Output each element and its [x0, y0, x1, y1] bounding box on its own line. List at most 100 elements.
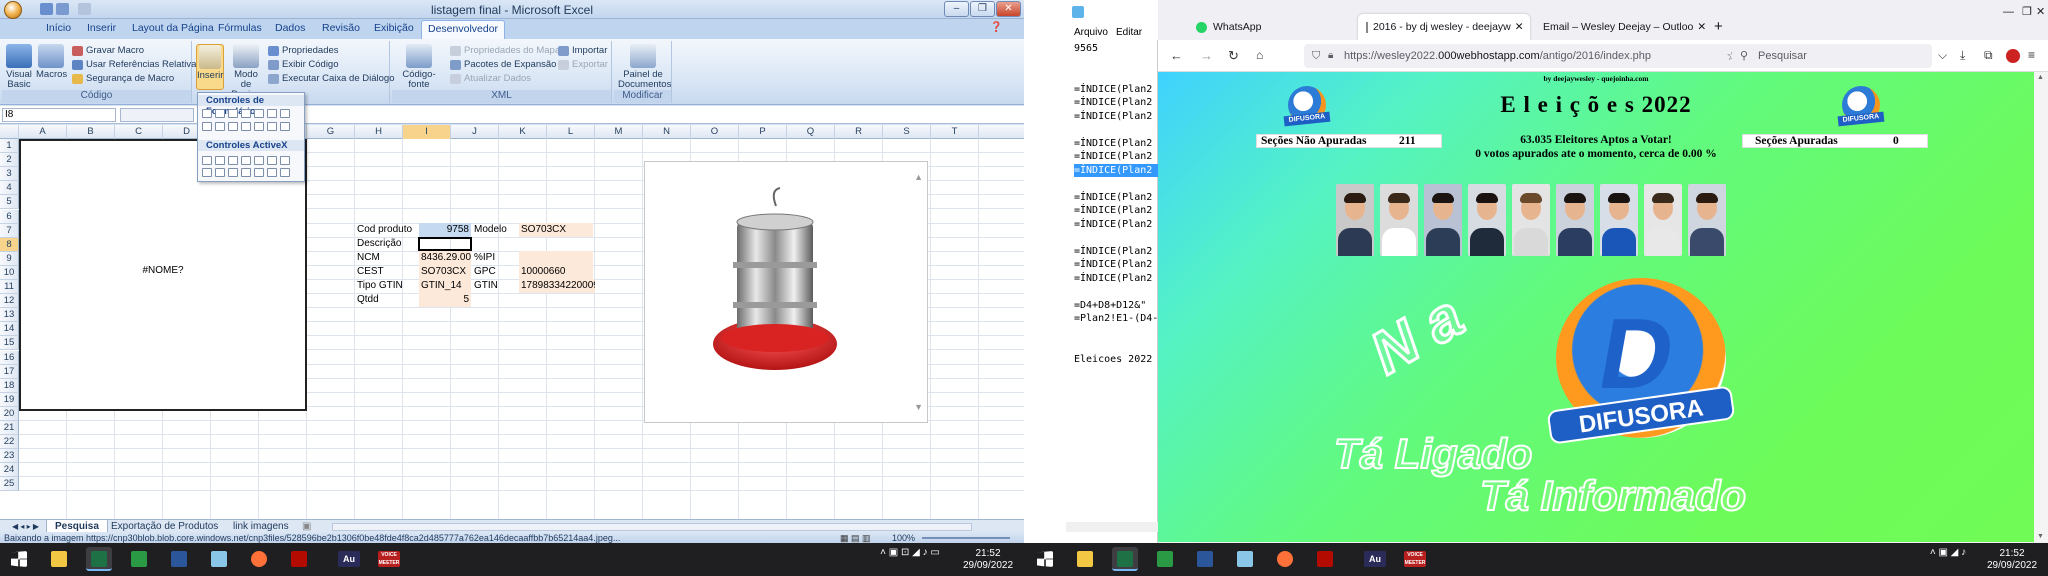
- firefox-icon[interactable]: [1272, 547, 1298, 571]
- url-bar[interactable]: ⛉ 🔒︎ https://wesley2022.000webhostapp.co…: [1304, 44, 1744, 68]
- reload-icon[interactable]: ↻: [1228, 48, 1239, 64]
- control-icon[interactable]: [267, 168, 277, 177]
- lock-icon[interactable]: 🔒︎: [1328, 44, 1333, 68]
- minimize-button[interactable]: –: [944, 1, 969, 17]
- control-icon[interactable]: [241, 168, 251, 177]
- menu-editar[interactable]: Editar: [1116, 27, 1142, 38]
- tab-inserir[interactable]: Inserir: [87, 22, 116, 34]
- control-icon[interactable]: [254, 156, 264, 165]
- column-header[interactable]: R: [835, 125, 883, 139]
- row-header[interactable]: 12: [0, 294, 19, 309]
- back-icon[interactable]: ←: [1170, 48, 1183, 63]
- control-icon[interactable]: [202, 156, 212, 165]
- row-header[interactable]: 23: [0, 449, 19, 464]
- column-header[interactable]: A: [19, 125, 67, 139]
- zoom-slider[interactable]: [922, 537, 1010, 539]
- restore-button[interactable]: ❐: [970, 1, 995, 17]
- notepad-text[interactable]: 9565 =ÍNDICE(Plan2 =ÍNDICE(Plan2 =ÍNDICE(Pl…: [1074, 42, 1159, 366]
- column-header[interactable]: C: [115, 125, 163, 139]
- cell-ipi[interactable]: [519, 251, 593, 265]
- control-icon[interactable]: [254, 109, 264, 118]
- scroll-down-icon[interactable]: ▼: [914, 402, 923, 412]
- tab-close-icon[interactable]: ✕: [1511, 14, 1524, 40]
- menu-icon[interactable]: ≡: [2028, 48, 2035, 62]
- column-header[interactable]: S: [883, 125, 931, 139]
- view-buttons[interactable]: ▦ ▤ ▥: [840, 532, 890, 543]
- downloads-icon[interactable]: ⤓: [1960, 48, 1965, 63]
- cell-gtin[interactable]: 17898334220009: [519, 279, 595, 293]
- row-header[interactable]: 5: [0, 195, 19, 210]
- row-header[interactable]: 21: [0, 421, 19, 435]
- clock[interactable]: 21:52 29/09/2022: [958, 548, 1018, 572]
- cell-cest[interactable]: SO703CX: [419, 265, 471, 279]
- row-header[interactable]: 14: [0, 322, 19, 337]
- control-icon[interactable]: [202, 122, 212, 131]
- excel-icon-2[interactable]: [126, 547, 152, 571]
- row-header[interactable]: 1: [0, 139, 19, 153]
- macros-button[interactable]: Macros: [36, 44, 67, 80]
- visual-basic-button[interactable]: Visual Basic: [6, 44, 32, 90]
- row-header[interactable]: 24: [0, 463, 19, 478]
- audition-icon[interactable]: Au: [1362, 547, 1388, 571]
- select-all-corner[interactable]: [0, 125, 19, 139]
- product-image[interactable]: ▲ ▼: [644, 161, 928, 423]
- excel-icon-2[interactable]: [1152, 547, 1178, 571]
- name-box[interactable]: I8: [2, 108, 116, 122]
- clock-2[interactable]: 21:52 29/09/2022: [1982, 548, 2042, 572]
- cell-modelo[interactable]: SO703CX: [519, 223, 593, 237]
- notepad-hscroll[interactable]: [1066, 522, 1158, 532]
- extensions-icon[interactable]: ⧉: [1984, 48, 1993, 63]
- row-header[interactable]: 20: [0, 406, 19, 421]
- control-icon[interactable]: [267, 156, 277, 165]
- tab-inicio[interactable]: Início: [46, 22, 71, 34]
- row-header[interactable]: 18: [0, 378, 19, 393]
- seguranca-macro-button[interactable]: Segurança de Macro: [72, 73, 174, 84]
- control-icon[interactable]: [241, 156, 251, 165]
- importar-button[interactable]: Importar: [558, 45, 607, 56]
- row-header[interactable]: 7: [0, 223, 19, 238]
- row-header[interactable]: 22: [0, 435, 19, 450]
- windows-start-icon[interactable]: [1032, 547, 1058, 571]
- scroll-up-icon[interactable]: ▲: [2037, 74, 2044, 81]
- cell-gpc[interactable]: 10000660: [519, 265, 593, 279]
- home-icon[interactable]: ⌂: [1256, 48, 1263, 62]
- row-header[interactable]: 9: [0, 251, 19, 266]
- tab-dados[interactable]: Dados: [275, 22, 305, 34]
- column-header[interactable]: O: [691, 125, 739, 139]
- scroll-up-icon[interactable]: ▲: [914, 172, 923, 182]
- row-header[interactable]: 15: [0, 336, 19, 351]
- control-icon[interactable]: [280, 109, 290, 118]
- close-button[interactable]: ✕: [996, 1, 1021, 17]
- row-header[interactable]: 16: [0, 350, 19, 365]
- control-icon[interactable]: [254, 168, 264, 177]
- file-explorer-icon[interactable]: [1072, 547, 1098, 571]
- column-header[interactable]: T: [931, 125, 979, 139]
- voicemeeter-icon[interactable]: VOICE MEETER: [1402, 547, 1428, 571]
- atualizar-dados-button[interactable]: Atualizar Dados: [450, 73, 531, 84]
- scroll-down-icon[interactable]: ▼: [2037, 533, 2044, 540]
- excel-icon[interactable]: [1112, 547, 1138, 571]
- tray-icons[interactable]: ˄ ▣ ⊡ ◢ ♪ ▭: [870, 547, 950, 559]
- tab-desenvolvedor[interactable]: Desenvolvedor: [421, 20, 506, 39]
- row-header[interactable]: 10: [0, 265, 19, 280]
- control-icon[interactable]: [241, 122, 251, 131]
- control-icon[interactable]: [267, 109, 277, 118]
- control-icon[interactable]: [241, 109, 251, 118]
- column-header[interactable]: M: [595, 125, 643, 139]
- audition-icon[interactable]: Au: [336, 547, 362, 571]
- excel-icon[interactable]: [86, 547, 112, 571]
- control-icon[interactable]: [280, 156, 290, 165]
- column-header[interactable]: K: [499, 125, 547, 139]
- pacotes-expansao-button[interactable]: Pacotes de Expansão: [450, 59, 556, 70]
- codigo-fonte-button[interactable]: Código-fonte: [394, 44, 444, 90]
- control-icon[interactable]: [202, 109, 212, 118]
- exportar-button[interactable]: Exportar: [558, 59, 608, 70]
- control-icon[interactable]: [228, 122, 238, 131]
- control-icon[interactable]: [215, 109, 225, 118]
- page-scrollbar[interactable]: ▲ ▼: [2034, 72, 2048, 542]
- acrobat-icon[interactable]: [1312, 547, 1338, 571]
- row-header[interactable]: 3: [0, 167, 19, 182]
- control-icon[interactable]: [280, 168, 290, 177]
- row-header[interactable]: 2: [0, 153, 19, 168]
- tab-formulas[interactable]: Fórmulas: [218, 22, 262, 34]
